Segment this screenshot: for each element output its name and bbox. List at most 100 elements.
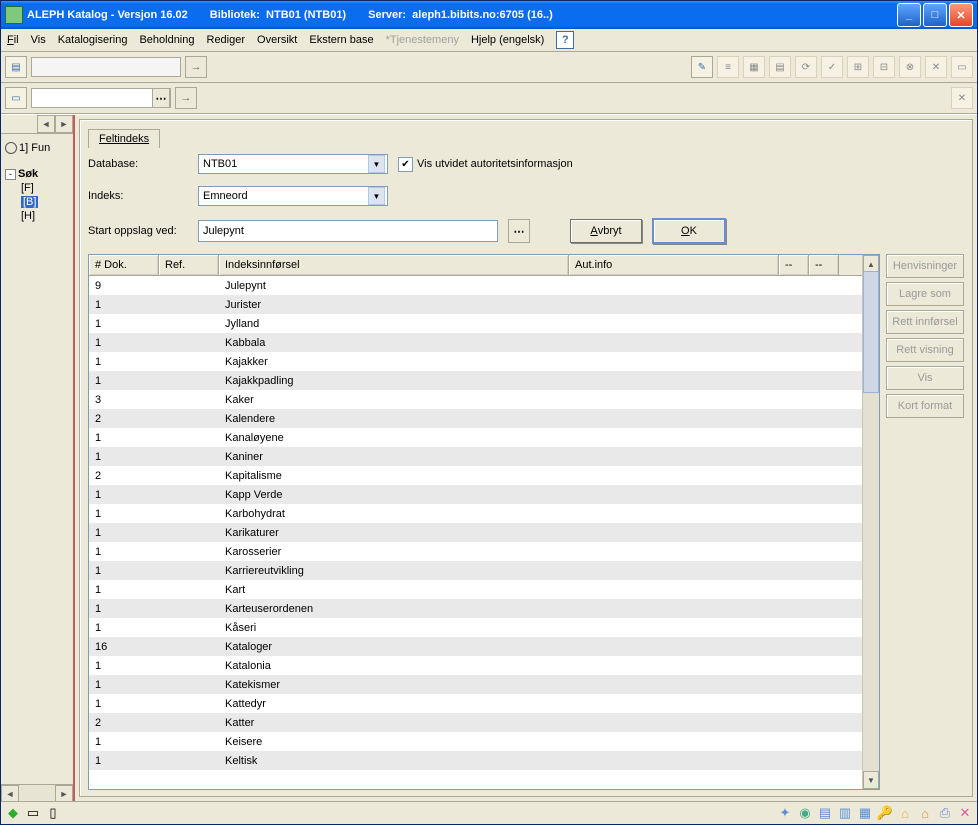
table-row[interactable]: 2Kalendere [89, 409, 862, 428]
tab-feltindeks[interactable]: Feltindeks [88, 129, 160, 148]
col-d2[interactable]: -- [809, 255, 839, 275]
tool-icon-11[interactable]: ▭ [951, 56, 973, 78]
tool-icon-4[interactable]: ▤ [769, 56, 791, 78]
table-row[interactable]: 16Kataloger [89, 637, 862, 656]
col-dok[interactable]: # Dok. [89, 255, 159, 275]
tool-icon-7[interactable]: ⊞ [847, 56, 869, 78]
btn-kort-format[interactable]: Kort format [886, 394, 964, 418]
nav-scroll-track[interactable] [19, 785, 55, 801]
tool-icon-9[interactable]: ⊗ [899, 56, 921, 78]
menu-fil[interactable]: Fil [7, 34, 19, 46]
table-row[interactable]: 2Kapitalisme [89, 466, 862, 485]
status-nav-icon[interactable]: ✦ [777, 805, 793, 821]
menu-hjelp[interactable]: Hjelp (engelsk) [471, 34, 544, 46]
status-marc-icon[interactable]: ◉ [797, 805, 813, 821]
select-database[interactable]: NTB01 ▼ [198, 154, 388, 174]
btn-henvisninger[interactable]: Henvisninger [886, 254, 964, 278]
table-row[interactable]: 1Keisere [89, 732, 862, 751]
status-print-icon[interactable]: ⎙ [937, 805, 953, 821]
tool-icon-6[interactable]: ✓ [821, 56, 843, 78]
tool-icon-2[interactable]: ≡ [717, 56, 739, 78]
table-row[interactable]: 1Kabbala [89, 333, 862, 352]
table-row[interactable]: 1Kart [89, 580, 862, 599]
grid-scrollbar[interactable]: ▲ ▼ [862, 255, 879, 789]
toolbar-input-1[interactable] [31, 57, 181, 77]
btn-rett-innforsel[interactable]: Rett innførsel [886, 310, 964, 334]
menu-beholdning[interactable]: Beholdning [139, 34, 194, 46]
table-row[interactable]: 3Kaker [89, 390, 862, 409]
maximize-button[interactable]: □ [923, 3, 947, 27]
scroll-thumb[interactable] [863, 271, 879, 393]
help-icon[interactable]: ? [556, 31, 574, 49]
table-row[interactable]: 1Jurister [89, 295, 862, 314]
browse-button[interactable]: ⋯ [508, 219, 530, 243]
table-row[interactable]: 1Kajakker [89, 352, 862, 371]
table-row[interactable]: 1Karbohydrat [89, 504, 862, 523]
close-button[interactable]: ✕ [949, 3, 973, 27]
tree-fun[interactable]: 1] Fun [5, 142, 69, 154]
table-row[interactable]: 1Jylland [89, 314, 862, 333]
tree-h[interactable]: [H] [21, 210, 69, 222]
status-home2-icon[interactable]: ⌂ [917, 805, 933, 821]
tree-f[interactable]: [F] [21, 182, 69, 194]
input-start[interactable]: Julepynt [198, 220, 498, 242]
nav-tab-next[interactable]: ► [55, 115, 73, 133]
table-row[interactable]: 1Kåseri [89, 618, 862, 637]
col-indeks[interactable]: Indeksinnførsel [219, 255, 569, 275]
tree-b[interactable]: [B] [21, 196, 69, 208]
avbryt-button[interactable]: Avbryt [570, 219, 642, 243]
select-indeks[interactable]: Emneord ▼ [198, 186, 388, 206]
status-window-icon[interactable]: ▭ [25, 805, 41, 821]
table-row[interactable]: 2Katter [89, 713, 862, 732]
btn-vis[interactable]: Vis [886, 366, 964, 390]
status-doc-icon[interactable]: ▯ [45, 805, 61, 821]
toolbar-browse-icon[interactable]: ⋯ [152, 88, 170, 108]
tool-icon-list[interactable]: ▭ [5, 87, 27, 109]
table-row[interactable]: 1Karteuserordenen [89, 599, 862, 618]
tool-new-icon[interactable]: ✎ [691, 56, 713, 78]
minimize-button[interactable]: _ [897, 3, 921, 27]
col-d1[interactable]: -- [779, 255, 809, 275]
status-exit-icon[interactable]: ✕ [957, 805, 973, 821]
menu-rediger[interactable]: Rediger [207, 34, 246, 46]
status-home1-icon[interactable]: ⌂ [897, 805, 913, 821]
toolbar-go-2[interactable]: → [175, 87, 197, 109]
table-row[interactable]: 1Kaniner [89, 447, 862, 466]
menu-vis[interactable]: Vis [31, 34, 46, 46]
table-row[interactable]: 1Karikaturer [89, 523, 862, 542]
table-row[interactable]: 1Kajakkpadling [89, 371, 862, 390]
btn-lagre-som[interactable]: Lagre som [886, 282, 964, 306]
menu-katalogisering[interactable]: Katalogisering [58, 34, 128, 46]
table-row[interactable]: 9Julepynt [89, 276, 862, 295]
table-row[interactable]: 1Keltisk [89, 751, 862, 770]
table-row[interactable]: 1Katekismer [89, 675, 862, 694]
table-row[interactable]: 1Karosserier [89, 542, 862, 561]
tool-icon-5[interactable]: ⟳ [795, 56, 817, 78]
nav-tab-prev[interactable]: ◄ [37, 115, 55, 133]
tree-sok[interactable]: -Søk [5, 168, 69, 180]
scroll-down-icon[interactable]: ▼ [863, 771, 879, 789]
col-aut[interactable]: Aut.info [569, 255, 779, 275]
table-row[interactable]: 1Kattedyr [89, 694, 862, 713]
tool-icon-10[interactable]: ✕ [925, 56, 947, 78]
toolbar-input-2[interactable]: ⋯ [31, 88, 171, 108]
tool-icon-8[interactable]: ⊟ [873, 56, 895, 78]
menu-oversikt[interactable]: Oversikt [257, 34, 297, 46]
status-list-icon[interactable]: ▤ [817, 805, 833, 821]
status-key-icon[interactable]: 🔑 [877, 805, 893, 821]
table-row[interactable]: 1Katalonia [89, 656, 862, 675]
table-row[interactable]: 1Karriereutvikling [89, 561, 862, 580]
grid-body[interactable]: 9Julepynt1Jurister1Jylland1Kabbala1Kajak… [89, 276, 862, 789]
col-ref[interactable]: Ref. [159, 255, 219, 275]
tool-icon-doc[interactable]: ▤ [5, 56, 27, 78]
status-grid-icon[interactable]: ▥ [837, 805, 853, 821]
toolbar-go-1[interactable]: → [185, 56, 207, 78]
tool-close-panel-icon[interactable]: ✕ [951, 87, 973, 109]
ok-button[interactable]: OK [652, 218, 726, 244]
tool-icon-3[interactable]: ▦ [743, 56, 765, 78]
menu-ekstern[interactable]: Ekstern base [309, 34, 373, 46]
table-row[interactable]: 1Kapp Verde [89, 485, 862, 504]
checkbox-autoritet[interactable]: ✔ Vis utvidet autoritetsinformasjon [398, 157, 573, 172]
table-row[interactable]: 1Kanaløyene [89, 428, 862, 447]
btn-rett-visning[interactable]: Rett visning [886, 338, 964, 362]
